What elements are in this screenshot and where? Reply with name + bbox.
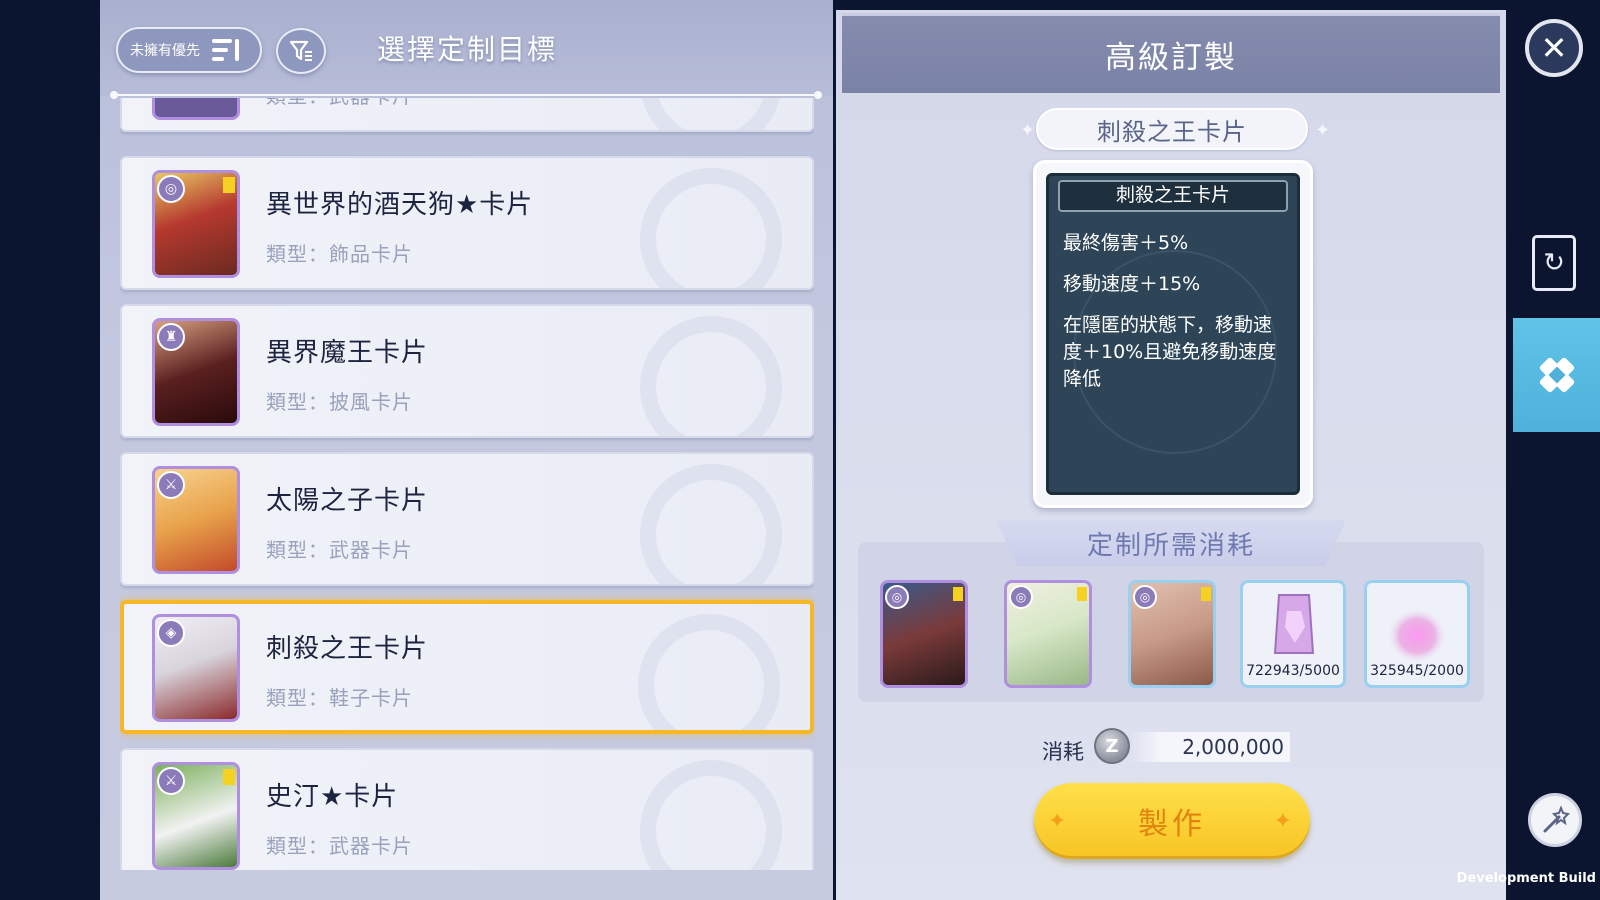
effect-line: 移動速度＋15%	[1063, 273, 1201, 295]
divider	[110, 91, 822, 99]
pink-essence-icon	[1387, 605, 1447, 661]
accessory-slot-icon: ◎	[885, 585, 909, 609]
material-card[interactable]: ◎	[880, 580, 968, 688]
sort-button[interactable]: 未擁有優先	[116, 27, 262, 73]
crystal-shard-icon	[1273, 594, 1315, 654]
card-type: 類型：飾品卡片	[266, 242, 413, 266]
card-type: 類型：武器卡片	[266, 538, 413, 562]
card-thumbnail: ⚔	[152, 762, 240, 870]
card-list-item[interactable]: ♜ 異界魔王卡片 類型：披風卡片	[120, 304, 814, 438]
card-type: 類型：鞋子卡片	[266, 686, 413, 710]
card-name: 刺殺之王卡片	[266, 634, 429, 664]
card-thumbnail: ♜	[152, 318, 240, 426]
weapon-slot-icon: ⚔	[157, 767, 185, 795]
cost-label: 消耗	[1042, 740, 1084, 764]
card-detail-body: 刺殺之王卡片 最終傷害＋5% 移動速度＋15% 在隱匿的狀態下，移動速度＋10%…	[1046, 173, 1300, 495]
material-card[interactable]: ◎	[1128, 580, 1216, 688]
magic-wand-button[interactable]	[1528, 793, 1582, 847]
card-name: 異界魔王卡片	[266, 338, 429, 368]
panel-title: 選擇定制目標	[377, 33, 558, 66]
star-icon	[1201, 587, 1211, 601]
material-item[interactable]: 722943/5000	[1240, 580, 1346, 688]
close-icon: ✕	[1540, 29, 1568, 67]
custom-craft-tab[interactable]	[1513, 318, 1600, 432]
material-count: 325945/2000	[1370, 663, 1464, 679]
card-type: 類型：武器卡片	[266, 98, 413, 109]
effect-line: 最終傷害＋5%	[1063, 232, 1189, 254]
card-name: 史汀★卡片	[266, 782, 399, 812]
card-thumbnail: ⚔	[152, 466, 240, 574]
star-icon	[1077, 587, 1087, 601]
zeny-coin-icon: Z	[1094, 728, 1130, 764]
close-button[interactable]: ✕	[1525, 19, 1583, 77]
filter-button[interactable]	[276, 28, 326, 74]
card-refresh-icon: ↻	[1543, 248, 1565, 278]
sort-icon	[212, 39, 242, 61]
magic-wand-icon	[1543, 805, 1571, 833]
cape-slot-icon: ♜	[157, 323, 185, 351]
sparkle-icon: ✦	[1315, 120, 1331, 141]
card-detail: 刺殺之王卡片 最終傷害＋5% 移動速度＋15% 在隱匿的狀態下，移動速度＋10%…	[1033, 160, 1313, 508]
accessory-slot-icon: ◎	[157, 175, 185, 203]
card-list-item[interactable]: 類型：武器卡片	[120, 98, 814, 132]
star-icon	[953, 587, 963, 601]
sparkle-icon: ✦	[1020, 120, 1036, 141]
craft-button[interactable]: ✦ 製作 ✦	[1034, 783, 1310, 859]
card-thumbnail: ◎	[152, 170, 240, 278]
accessory-slot-icon: ◎	[1009, 585, 1033, 609]
card-detail-title: 刺殺之王卡片	[1058, 180, 1288, 212]
card-thumbnail	[152, 98, 240, 120]
weapon-slot-icon: ⚔	[157, 471, 185, 499]
development-build-label: Development Build	[1456, 871, 1596, 886]
craft-label: 製作	[1138, 807, 1206, 842]
craft-tools-icon	[1539, 357, 1574, 393]
card-album-tab[interactable]: ↻	[1532, 235, 1576, 291]
target-name: 刺殺之王卡片	[1036, 108, 1308, 150]
filter-icon	[289, 40, 312, 61]
material-card[interactable]: ◎	[1004, 580, 1092, 688]
cost-title: 定制所需消耗	[996, 520, 1346, 566]
craft-title: 高級訂製	[842, 13, 1500, 93]
craft-panel: 高級訂製 ✦ 刺殺之王卡片 ✦ 刺殺之王卡片 最終傷害＋5% 移動速度＋15% …	[836, 10, 1506, 900]
card-type: 類型：武器卡片	[266, 834, 413, 858]
card-list[interactable]: 類型：武器卡片 ◎ 異世界的酒天狗★卡片 類型：飾品卡片 ♜ 異界魔王卡片 類型…	[120, 98, 814, 870]
materials-box: ◎ ◎ ◎ 722943/5000 325945/2000	[858, 542, 1484, 702]
sparkle-icon: ✦	[1048, 809, 1071, 834]
material-count: 722943/5000	[1246, 663, 1340, 679]
card-name: 太陽之子卡片	[266, 486, 429, 516]
star-icon	[223, 769, 235, 785]
star-icon	[223, 177, 235, 193]
card-list-item[interactable]: ⚔ 太陽之子卡片 類型：武器卡片	[120, 452, 814, 586]
target-select-panel: 未擁有優先 選擇定制目標 類型：武器卡片 ◎ 異世界的酒天狗★卡片 類	[100, 0, 833, 900]
card-list-item[interactable]: ◎ 異世界的酒天狗★卡片 類型：飾品卡片	[120, 156, 814, 290]
sparkle-icon: ✦	[1273, 809, 1296, 834]
target-select-header: 未擁有優先 選擇定制目標	[100, 0, 833, 99]
card-list-item[interactable]: ⚔ 史汀★卡片 類型：武器卡片	[120, 748, 814, 870]
card-thumbnail: ◈	[152, 614, 240, 722]
material-item[interactable]: 325945/2000	[1364, 580, 1470, 688]
card-type: 類型：披風卡片	[266, 390, 413, 414]
sort-label: 未擁有優先	[130, 43, 200, 59]
card-effects: 最終傷害＋5% 移動速度＋15% 在隱匿的狀態下，移動速度＋10%且避免移動速度…	[1049, 212, 1297, 393]
effect-line: 在隱匿的狀態下，移動速度＋10%且避免移動速度降低	[1063, 314, 1277, 390]
shoes-slot-icon: ◈	[157, 619, 185, 647]
accessory-slot-icon: ◎	[1133, 585, 1157, 609]
card-name: 異世界的酒天狗★卡片	[266, 190, 534, 220]
card-list-item-selected[interactable]: ◈ 刺殺之王卡片 類型：鞋子卡片	[120, 600, 814, 734]
cost-value: 2,000,000	[1130, 732, 1290, 762]
